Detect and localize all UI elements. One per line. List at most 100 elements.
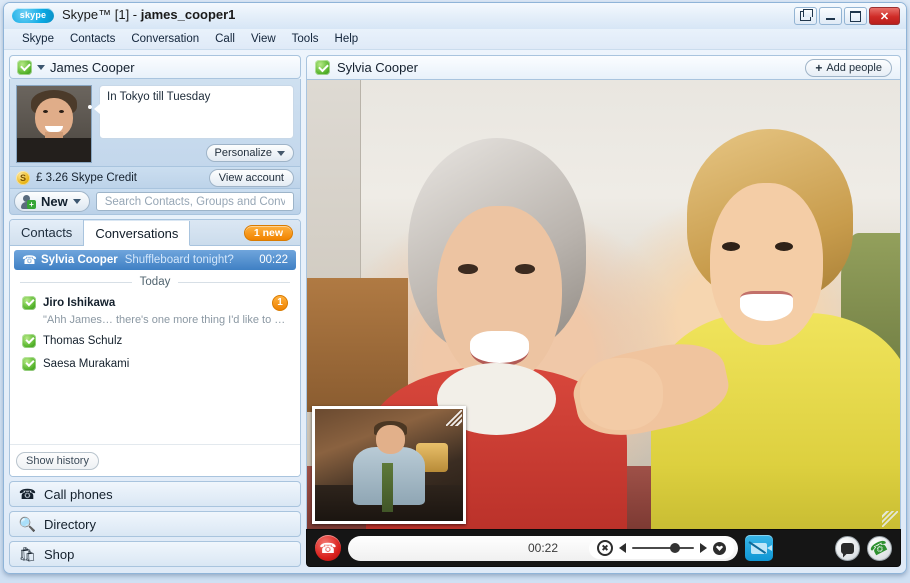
profile-header[interactable]: James Cooper	[9, 55, 301, 79]
conversation-pane: Sylvia Cooper + Add people	[306, 55, 901, 567]
contact-name: Saesa Murakami	[43, 358, 129, 370]
audio-controls: ✖	[589, 538, 734, 559]
compact-view-button[interactable]	[794, 7, 817, 25]
mood-bubble-dot	[88, 105, 92, 109]
mood-message[interactable]: In Tokyo till Tuesday	[99, 85, 294, 139]
minimize-button[interactable]	[819, 7, 842, 25]
sidebar-item-shop[interactable]: 🛍 Shop	[9, 541, 301, 567]
video-area[interactable]	[306, 80, 901, 529]
volume-knob[interactable]	[670, 543, 680, 553]
hangup-button[interactable]: ☎	[315, 535, 341, 561]
chat-button[interactable]	[835, 536, 860, 561]
tab-conversations[interactable]: Conversations	[84, 221, 190, 246]
new-messages-badge: 1 new	[244, 225, 293, 241]
volume-slider[interactable]	[632, 543, 694, 553]
window-title-prefix: Skype™ [1] -	[62, 7, 141, 22]
screen: skype Skype™ [1] - james_cooper1 ✕ Skype…	[0, 0, 910, 583]
sidebar-item-call-phones[interactable]: ☎ Call phones	[9, 481, 301, 507]
search-input[interactable]	[103, 195, 287, 209]
speaker-low-icon	[619, 543, 626, 553]
menu-bar: Skype Contacts Conversation Call View To…	[4, 29, 906, 50]
skype-logo-icon: skype	[12, 8, 54, 23]
unread-badge: 1	[272, 295, 288, 311]
menu-item-call[interactable]: Call	[207, 31, 243, 47]
menu-item-help[interactable]: Help	[327, 31, 367, 47]
coin-icon: S	[16, 171, 30, 185]
video-boy-eye-right	[775, 242, 793, 251]
chat-bubble-icon	[841, 543, 854, 554]
add-people-button[interactable]: + Add people	[805, 59, 892, 77]
conversation-title: Sylvia Cooper	[337, 60, 418, 75]
menu-item-skype[interactable]: Skype	[14, 31, 62, 47]
speaker-high-icon	[700, 543, 707, 553]
favorite-heart-icon[interactable]	[713, 542, 726, 555]
video-boy-hand	[580, 358, 663, 430]
profile-name: James Cooper	[50, 60, 135, 75]
video-toggle-button[interactable]	[745, 535, 773, 561]
minimize-icon	[826, 18, 835, 20]
menu-item-view[interactable]: View	[243, 31, 284, 47]
window-buttons: ✕	[794, 7, 900, 25]
avatar-eye-left	[43, 110, 48, 113]
conversation-name: Sylvia Cooper	[41, 254, 118, 266]
self-video-preview[interactable]	[312, 406, 466, 524]
chevron-down-icon	[277, 151, 285, 156]
contact-quote: "Ahh James… there's one more thing I'd l…	[14, 314, 296, 329]
hangup-icon: ☎	[319, 540, 336, 557]
plus-icon: +	[815, 63, 822, 73]
list-item[interactable]: Saesa Murakami	[14, 352, 296, 375]
microphone-mute-icon[interactable]: ✖	[597, 540, 613, 556]
personalize-button[interactable]: Personalize	[206, 144, 294, 162]
magnifier-icon: 🔍	[19, 517, 36, 532]
mood-area: In Tokyo till Tuesday Personalize	[99, 85, 294, 160]
video-resize-grip-icon[interactable]	[882, 511, 898, 527]
separator-line-right	[178, 282, 290, 283]
contact-name: Jiro Ishikawa	[43, 297, 115, 309]
call-duration: 00:22	[528, 541, 558, 555]
video-woman-mouth	[470, 331, 529, 366]
window-body: James Cooper In Tokyo till Tuesday	[4, 50, 906, 573]
maximize-icon	[850, 11, 861, 22]
online-status-icon	[22, 334, 36, 348]
conversation-time: 00:22	[259, 254, 288, 266]
list-item[interactable]: Jiro Ishikawa 1	[14, 291, 296, 314]
add-person-icon: +	[21, 195, 36, 209]
view-account-button[interactable]: View account	[209, 169, 294, 187]
video-woman-eye-right	[515, 264, 535, 274]
conversation-preview: Shuffleboard tonight?	[125, 254, 234, 266]
sidebar-item-directory[interactable]: 🔍 Directory	[9, 511, 301, 537]
close-button[interactable]: ✕	[869, 7, 900, 25]
call-control-bar: ☎ 00:22 ✖	[306, 529, 901, 567]
list-item[interactable]: Thomas Schulz	[14, 329, 296, 352]
list-panel: Contacts Conversations 1 new ☎ Sylvia Co…	[9, 219, 301, 477]
search-box[interactable]	[96, 192, 294, 211]
tab-contacts[interactable]: Contacts	[10, 220, 84, 245]
maximize-button[interactable]	[844, 7, 867, 25]
video-boy-mouth	[740, 291, 793, 321]
online-status-icon	[22, 357, 36, 371]
telephone-icon: ☎	[19, 487, 36, 502]
show-history-button[interactable]: Show history	[16, 452, 99, 470]
avatar-eye-right	[59, 110, 64, 113]
online-status-icon	[22, 296, 36, 310]
menu-item-conversation[interactable]: Conversation	[123, 31, 207, 47]
phone-handset-icon: ☎	[867, 536, 892, 561]
compact-view-icon	[800, 11, 811, 21]
show-history-row: Show history	[10, 444, 300, 476]
shopping-bag-icon: 🛍	[19, 547, 36, 562]
contact-name: Thomas Schulz	[43, 335, 122, 347]
resize-grip-icon[interactable]	[446, 410, 462, 426]
menu-item-tools[interactable]: Tools	[284, 31, 327, 47]
menu-item-contacts[interactable]: Contacts	[62, 31, 123, 47]
skype-credit-row: S £ 3.26 Skype Credit View account	[9, 167, 301, 189]
day-separator: Today	[14, 272, 296, 291]
add-people-label: Add people	[826, 62, 882, 74]
chevron-down-icon[interactable]	[37, 65, 45, 70]
call-button[interactable]: ☎	[867, 536, 892, 561]
avatar[interactable]	[16, 85, 92, 163]
conversation-item-selected[interactable]: ☎ Sylvia Cooper Shuffleboard tonight? 00…	[14, 250, 296, 270]
title-bar[interactable]: skype Skype™ [1] - james_cooper1 ✕	[4, 3, 906, 30]
sidebar-item-label: Shop	[44, 547, 74, 562]
online-status-icon	[315, 60, 330, 75]
new-button[interactable]: + New	[14, 191, 90, 212]
